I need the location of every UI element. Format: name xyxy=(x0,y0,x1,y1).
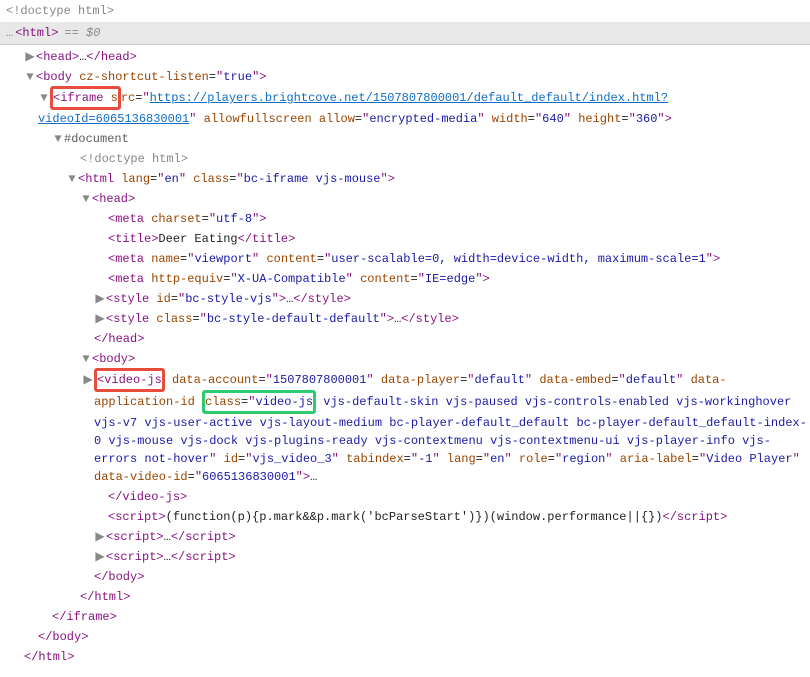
collapse-arrow-icon[interactable]: ▼ xyxy=(66,170,78,188)
collapse-arrow-icon[interactable]: ▼ xyxy=(80,350,92,368)
videojs-highlight: <video-js xyxy=(94,368,165,392)
expand-arrow-icon[interactable]: ▶ xyxy=(94,310,106,328)
style-default[interactable]: ▶<style class="bc-style-default-default"… xyxy=(10,309,810,329)
script-collapsed-2[interactable]: ▶<script>…</script> xyxy=(10,547,810,567)
outer-doctype: <!doctype html> xyxy=(0,0,810,22)
head-node[interactable]: ▶<head>…</head> xyxy=(10,47,810,67)
inner-body-node[interactable]: ▼<body> xyxy=(10,349,810,369)
style-vjs[interactable]: ▶<style id="bc-style-vjs">…</style> xyxy=(10,289,810,309)
inner-html-node[interactable]: ▼<html lang="en" class="bc-iframe vjs-mo… xyxy=(10,169,810,189)
iframe-node[interactable]: ▼<iframe src="https://players.brightcove… xyxy=(10,87,810,109)
iframe-src-link[interactable]: https://players.brightcove.net/150780780… xyxy=(150,91,668,105)
meta-charset[interactable]: <meta charset="utf-8"> xyxy=(10,209,810,229)
iframe-close: </iframe> xyxy=(10,607,810,627)
collapse-arrow-icon[interactable]: ▼ xyxy=(38,89,50,107)
dollar-zero-hint: == $0 xyxy=(64,24,100,42)
videojs-close: </video-js> xyxy=(10,487,810,507)
script-inline[interactable]: <script>(function(p){p.mark&&p.mark('bcP… xyxy=(10,507,810,527)
script-collapsed-1[interactable]: ▶<script>…</script> xyxy=(10,527,810,547)
title-node[interactable]: <title>Deer Eating</title> xyxy=(10,229,810,249)
expand-arrow-icon[interactable]: ▶ xyxy=(94,528,106,546)
body-close: </body> xyxy=(10,627,810,647)
collapse-arrow-icon[interactable]: ▼ xyxy=(52,130,64,148)
outer-html-close: </html> xyxy=(10,647,810,667)
collapse-arrow-icon[interactable]: ▼ xyxy=(80,190,92,208)
selected-element-row[interactable]: … <html> == $0 xyxy=(0,22,810,44)
expand-arrow-icon[interactable]: ▶ xyxy=(24,48,36,66)
videojs-node[interactable]: ▶<video-js data-account="1507807800001" … xyxy=(10,369,810,487)
expand-arrow-icon[interactable]: ▶ xyxy=(94,290,106,308)
inner-head-node[interactable]: ▼<head> xyxy=(10,189,810,209)
class-highlight: class="video-js xyxy=(202,390,316,414)
overflow-ellipsis: … xyxy=(6,24,13,42)
meta-viewport[interactable]: <meta name="viewport" content="user-scal… xyxy=(10,249,810,269)
iframe-node-cont[interactable]: videoId=6065136830001" allowfullscreen a… xyxy=(10,109,810,129)
expand-arrow-icon[interactable]: ▶ xyxy=(82,371,94,389)
collapse-arrow-icon[interactable]: ▼ xyxy=(24,68,36,86)
body-node[interactable]: ▼<body cz-shortcut-listen="true"> xyxy=(10,67,810,87)
inner-body-close: </body> xyxy=(10,567,810,587)
inner-html-close: </html> xyxy=(10,587,810,607)
meta-httpequiv[interactable]: <meta http-equiv="X-UA-Compatible" conte… xyxy=(10,269,810,289)
expand-arrow-icon[interactable]: ▶ xyxy=(94,548,106,566)
shadow-document[interactable]: ▼#document xyxy=(10,129,810,149)
dom-tree: ▶<head>…</head> ▼<body cz-shortcut-liste… xyxy=(0,44,810,677)
inner-doctype: <!doctype html> xyxy=(10,149,810,169)
inner-head-close: </head> xyxy=(10,329,810,349)
iframe-highlight: <iframe s xyxy=(50,86,121,110)
